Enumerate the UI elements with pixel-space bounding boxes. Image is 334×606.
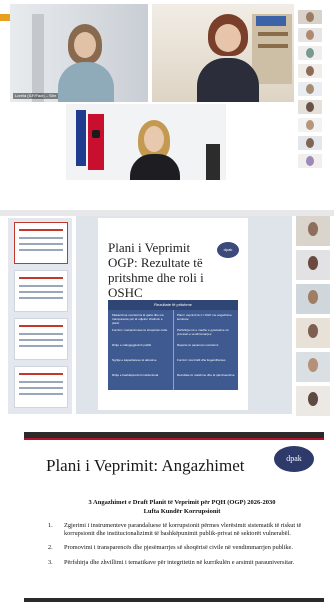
table-header: Rezultate të pritshme — [108, 300, 238, 310]
participant-thumbnail[interactable] — [296, 386, 330, 416]
slide-heading-line: Lufta Kundër Korrupsionit — [143, 508, 221, 515]
slide-bottom-bar — [24, 598, 324, 602]
participant-thumbnail[interactable] — [296, 352, 330, 382]
list-item-text: Promovimi i transparencës dhe pjesëmarrj… — [64, 544, 293, 552]
participant-thumbnail[interactable] — [296, 216, 330, 246]
slide-view: Plani i Veprimit: Angazhimet dpak 3 Anga… — [0, 428, 334, 606]
organization-logo: dpak — [274, 446, 314, 472]
table-cell: Forcimi i kontrollit dhe llogaridhënies — [177, 358, 226, 362]
slide-heading: 3 Angazhimet e Draft Planit të Veprimit … — [64, 498, 300, 516]
list-item-number: 1. — [48, 522, 53, 529]
slide-heading-line: 3 Angazhimet e Draft Planit të Veprimit … — [88, 499, 276, 506]
participant-thumbnail[interactable] — [298, 136, 322, 150]
participant-tile-3[interactable] — [66, 104, 226, 180]
organization-logo: dpak — [217, 242, 239, 258]
eu-flag — [76, 110, 86, 166]
table-cell: Rritje e bashkëpunimit institucional — [112, 373, 159, 377]
video-call-grid: Lorela (ILF/Fact) – Slbr — [0, 0, 334, 184]
active-speaker-indicator — [0, 14, 10, 21]
participant-thumbnail[interactable] — [296, 250, 330, 280]
slide-title: Plani i Veprimit OGP: Rezultate të prits… — [108, 240, 204, 300]
slide-accent-line — [24, 438, 324, 440]
participant-name-label: Lorela (ILF/Fact) – Slbr — [13, 93, 59, 99]
results-table: Rezultate të pritshme Mekanizma monitori… — [108, 300, 238, 390]
commitments-list: 1. Zgjerimi i instrumenteve parandaluese… — [48, 522, 306, 573]
list-item-text: Përfshirja dhe zhvillimi i tematikave pë… — [64, 558, 295, 566]
table-cell: Përfshirja më e madhe e qytetarëve në pr… — [177, 328, 229, 336]
table-cell: Plani i veprimit të ri i OGP me angazhim… — [177, 313, 232, 321]
slide-thumbnail[interactable] — [14, 222, 68, 264]
albania-flag — [88, 114, 104, 170]
table-cell: Mekanizma monitorimi të qartë dhe më tra… — [112, 313, 164, 325]
list-item-number: 2. — [48, 544, 53, 552]
participant-thumbnail[interactable] — [298, 10, 322, 24]
list-item-text: Zgjerimi i instrumenteve parandaluese të… — [64, 522, 302, 538]
table-cell: Raporte të pavarura monitorimi — [177, 343, 219, 347]
slide-thumbnail[interactable] — [14, 270, 68, 312]
participant-thumbnail[interactable] — [298, 82, 322, 96]
table-cell: Rezultate të matshme dhe të qëndrueshme — [177, 373, 235, 377]
presentation-slide: Plani i Veprimit: Angazhimet dpak 3 Anga… — [24, 432, 324, 602]
participant-thumbnail[interactable] — [298, 64, 322, 78]
slide-thumbnail[interactable] — [14, 366, 68, 408]
slide-thumbnail[interactable] — [14, 318, 68, 360]
presentation-slide: Plani i Veprimit OGP: Rezultate të prits… — [98, 218, 248, 410]
slide-title: Plani i Veprimit: Angazhimet — [46, 456, 245, 475]
list-item: 3. Përfshirja dhe zhvillimi i tematikave… — [48, 559, 306, 567]
participant-thumbnail[interactable] — [298, 100, 322, 114]
table-cell: Forcimi i mekanizmave të shoqërisë civil… — [112, 328, 168, 332]
participant-thumbnail[interactable] — [296, 284, 330, 314]
participant-thumbnail[interactable] — [298, 28, 322, 42]
participant-tile-1[interactable]: Lorela (ILF/Fact) – Slbr — [10, 4, 148, 102]
table-cell: Ngritje e kapaciteteve të aktorëve — [112, 358, 157, 362]
participant-tile-2[interactable] — [152, 4, 294, 102]
table-cell: Rritje e ndërgjegjësimit publik — [112, 343, 152, 347]
participant-thumbnail[interactable] — [298, 118, 322, 132]
list-item: 1. Zgjerimi i instrumenteve parandaluese… — [48, 522, 306, 538]
screen-share-view: Plani i Veprimit OGP: Rezultate të prits… — [0, 210, 334, 416]
list-item-number: 3. — [48, 558, 53, 566]
participant-thumbnail[interactable] — [298, 154, 322, 168]
list-item: 2. Promovimi i transparencës dhe pjesëma… — [48, 544, 306, 552]
participant-thumbnail[interactable] — [298, 46, 322, 60]
participant-thumbnail[interactable] — [296, 318, 330, 348]
